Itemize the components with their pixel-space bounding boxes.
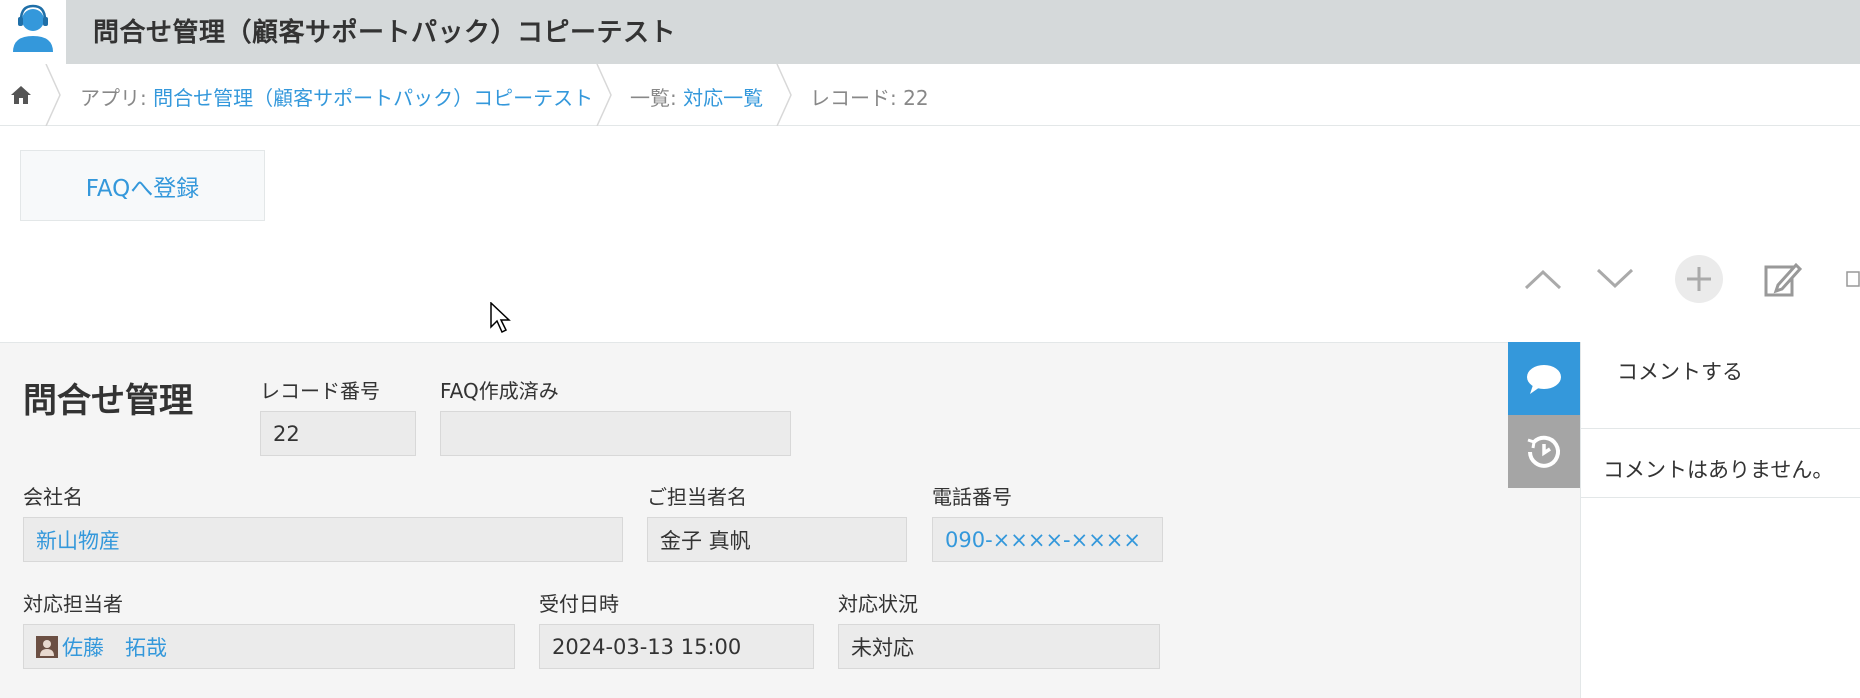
action-bar: FAQへ登録 — [0, 126, 1860, 342]
comment-icon — [1527, 364, 1561, 394]
divider — [1581, 497, 1860, 498]
breadcrumb-separator — [776, 64, 792, 126]
field-label-received: 受付日時 — [539, 592, 619, 616]
user-icon — [36, 635, 58, 658]
field-company[interactable]: 新山物産 — [23, 517, 623, 562]
breadcrumb-view: 一覧: 対応一覧 — [630, 82, 763, 111]
breadcrumb-separator — [45, 64, 61, 126]
field-assignee: 佐藤 拓哉 — [23, 624, 515, 669]
field-received: 2024-03-13 15:00 — [539, 624, 814, 669]
edit-icon — [1764, 262, 1802, 297]
user-support-icon — [13, 4, 53, 52]
assignee-name[interactable]: 佐藤 拓哉 — [62, 632, 167, 662]
comment-action-link[interactable]: コメントする — [1617, 356, 1743, 386]
more-options-button[interactable] — [1840, 254, 1860, 304]
edit-record-button[interactable] — [1757, 254, 1807, 304]
app-header: 問合せ管理（顧客サポートパック）コピーテスト — [0, 0, 1860, 64]
breadcrumb-app: アプリ: 問合せ管理（顧客サポートパック）コピーテスト — [80, 82, 593, 111]
field-label-phone: 電話番号 — [932, 485, 1012, 509]
comment-panel: コメントする コメントはありません。 — [1580, 342, 1860, 698]
home-icon[interactable] — [8, 82, 34, 108]
field-label-company: 会社名 — [23, 485, 83, 509]
plus-icon — [1675, 255, 1723, 303]
field-faq-done — [440, 411, 791, 456]
faq-register-button[interactable]: FAQへ登録 — [20, 150, 265, 221]
no-comment-message: コメントはありません。 — [1603, 458, 1834, 482]
previous-record-button[interactable] — [1518, 254, 1568, 304]
chevron-up-icon — [1524, 269, 1562, 290]
breadcrumb-view-link[interactable]: 対応一覧 — [683, 86, 763, 110]
add-record-button[interactable] — [1674, 254, 1724, 304]
breadcrumb-record: レコード: 22 — [810, 86, 929, 110]
side-tabs — [1508, 342, 1580, 488]
field-label-record-number: レコード番号 — [260, 379, 380, 403]
field-label-faq-done: FAQ作成済み — [440, 379, 559, 403]
breadcrumb-view-prefix: 一覧: — [630, 86, 684, 110]
document-icon — [1846, 271, 1860, 287]
chevron-down-icon — [1596, 268, 1634, 289]
breadcrumb-separator — [596, 64, 612, 126]
record-title: 問合せ管理 — [23, 381, 193, 421]
field-status: 未対応 — [838, 624, 1160, 669]
divider — [1581, 428, 1860, 429]
breadcrumb: アプリ: 問合せ管理（顧客サポートパック）コピーテスト 一覧: 対応一覧 レコー… — [0, 64, 1860, 126]
field-contact: 金子 真帆 — [647, 517, 907, 562]
field-label-contact: ご担当者名 — [647, 485, 747, 509]
mouse-cursor-icon — [490, 302, 511, 334]
history-tab[interactable] — [1508, 415, 1580, 488]
field-label-assignee: 対応担当者 — [23, 592, 123, 616]
history-icon — [1527, 435, 1560, 468]
breadcrumb-app-prefix: アプリ: — [80, 86, 154, 110]
field-record-number: 22 — [260, 411, 416, 456]
app-icon[interactable] — [0, 0, 66, 64]
field-phone[interactable]: 090-××××-×××× — [932, 517, 1163, 562]
field-label-status: 対応状況 — [838, 592, 918, 616]
app-title: 問合せ管理（顧客サポートパック）コピーテスト — [93, 18, 677, 48]
record-detail: 問合せ管理 レコード番号 22 FAQ作成済み 会社名 新山物産 ご担当者名 金… — [0, 342, 1580, 698]
breadcrumb-app-link[interactable]: 問合せ管理（顧客サポートパック）コピーテスト — [153, 86, 593, 110]
next-record-button[interactable] — [1590, 254, 1640, 304]
comment-tab[interactable] — [1508, 342, 1580, 415]
